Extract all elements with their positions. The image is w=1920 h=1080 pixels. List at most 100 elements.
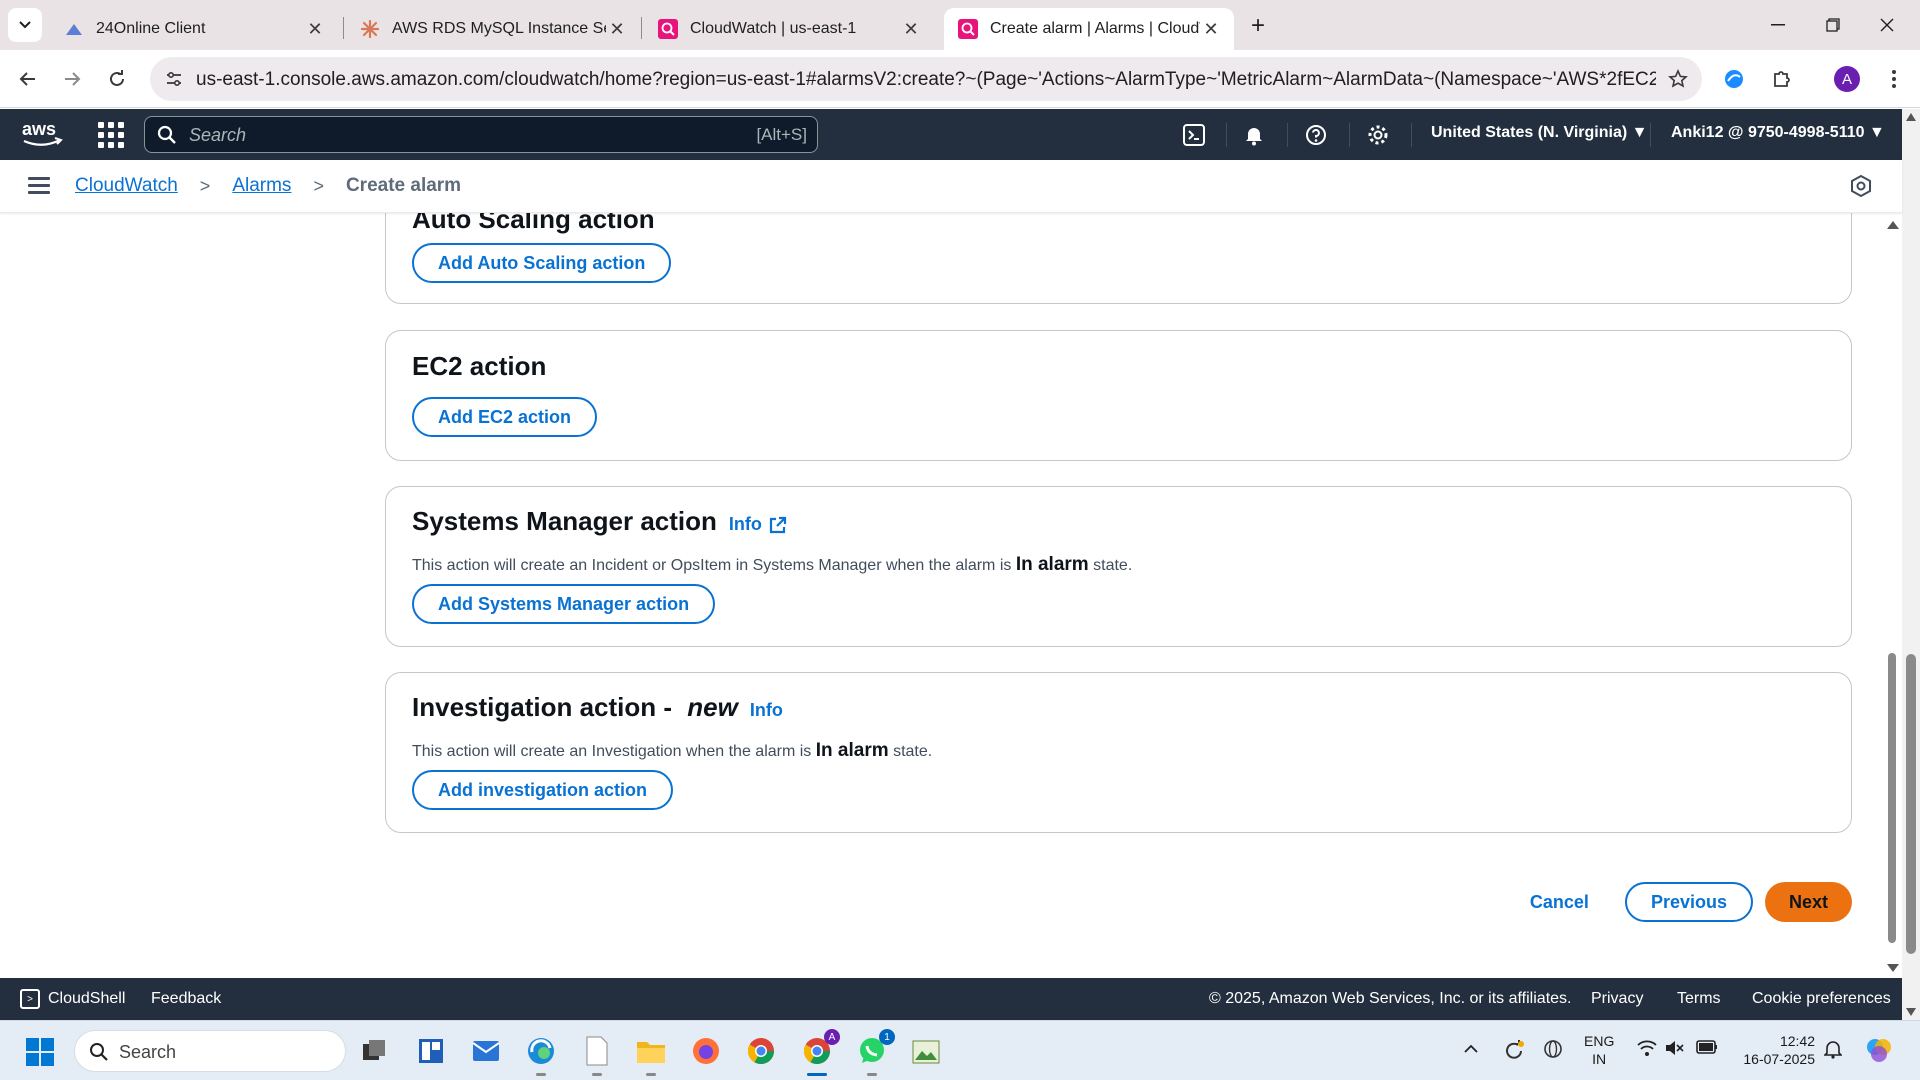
browser-tab-active[interactable]: Create alarm | Alarms | CloudWatch ✕: [944, 8, 1234, 50]
investigation-action-card: Investigation action - new Info This act…: [385, 672, 1852, 833]
site-info-icon[interactable]: [160, 65, 188, 93]
active-indicator: [807, 1073, 827, 1076]
browser-tab[interactable]: AWS RDS MySQL Instance Setup ✕: [346, 8, 640, 50]
help-panel-icon[interactable]: [1849, 174, 1873, 198]
taskbar-search-input[interactable]: Search: [74, 1030, 346, 1072]
forward-button[interactable]: [56, 63, 88, 95]
side-nav-toggle-icon[interactable]: [28, 177, 50, 195]
running-indicator: [867, 1073, 877, 1076]
terms-link[interactable]: Terms: [1677, 990, 1721, 1008]
close-tab-icon[interactable]: ✕: [900, 18, 922, 40]
scroll-up-icon[interactable]: [1887, 221, 1899, 229]
info-link[interactable]: Info: [750, 700, 783, 721]
cloudshell-icon[interactable]: [1180, 121, 1208, 149]
breadcrumb-alarms[interactable]: Alarms: [232, 175, 291, 197]
aws-logo[interactable]: aws: [20, 118, 64, 150]
help-icon[interactable]: [1302, 121, 1330, 149]
chevron-right-icon: >: [313, 175, 324, 196]
scroll-down-icon[interactable]: [1906, 1008, 1916, 1016]
next-button[interactable]: Next: [1764, 882, 1852, 922]
whatsapp-icon[interactable]: 1: [855, 1029, 895, 1076]
close-tab-icon[interactable]: ✕: [1200, 18, 1222, 40]
previous-button[interactable]: Previous: [1624, 882, 1753, 922]
notifications-bell-icon[interactable]: [1240, 121, 1268, 149]
breadcrumb-cloudwatch[interactable]: CloudWatch: [75, 175, 178, 197]
systems-manager-description: This action will create an Incident or O…: [412, 554, 1132, 576]
volume-muted-icon[interactable]: [1664, 1039, 1684, 1057]
sync-icon[interactable]: [1502, 1039, 1526, 1063]
desc-text: This action will create an Incident or O…: [412, 557, 1016, 574]
add-systems-manager-action-button[interactable]: Add Systems Manager action: [412, 584, 716, 624]
services-menu-icon[interactable]: [98, 122, 124, 148]
region-selector[interactable]: United States (N. Virginia) ▼: [1431, 124, 1647, 142]
task-view-icon[interactable]: [357, 1034, 391, 1068]
edge-browser-icon[interactable]: [524, 1034, 558, 1076]
extensions-puzzle-icon[interactable]: [1766, 63, 1798, 95]
input-language-indicator[interactable]: ENG IN: [1584, 1032, 1614, 1068]
tab-title: AWS RDS MySQL Instance Setup: [392, 20, 606, 37]
address-bar-row: us-east-1.console.aws.amazon.com/cloudwa…: [0, 50, 1920, 108]
settings-gear-icon[interactable]: [1364, 121, 1392, 149]
mail-icon[interactable]: [469, 1034, 503, 1068]
cloudshell-footer-button[interactable]: > CloudShell: [20, 989, 125, 1009]
minimize-button[interactable]: [1755, 10, 1801, 40]
scrollbar-thumb[interactable]: [1906, 654, 1916, 954]
battery-icon[interactable]: [1696, 1039, 1718, 1055]
photos-app-icon[interactable]: [909, 1034, 943, 1068]
cloudwatch-icon: [958, 19, 978, 39]
system-clock[interactable]: 12:42 16-07-2025: [1735, 1032, 1815, 1068]
file-explorer-icon[interactable]: [634, 1034, 668, 1076]
url-text: us-east-1.console.aws.amazon.com/cloudwa…: [196, 69, 1656, 90]
page-scrollbar[interactable]: [1902, 109, 1920, 1020]
language-code: ENG: [1584, 1033, 1615, 1049]
feedback-link[interactable]: Feedback: [151, 990, 221, 1008]
aws-search-input[interactable]: Search [Alt+S]: [144, 116, 818, 153]
close-window-button[interactable]: [1864, 10, 1910, 40]
scroll-down-icon[interactable]: [1887, 964, 1899, 972]
running-indicator: [592, 1073, 602, 1076]
privacy-link[interactable]: Privacy: [1591, 990, 1643, 1008]
copilot-icon[interactable]: [1864, 1035, 1894, 1065]
desc-text: state.: [888, 743, 933, 760]
scrollbar-thumb[interactable]: [1888, 653, 1896, 943]
tab-separator: [343, 17, 344, 39]
profile-avatar[interactable]: A: [1831, 63, 1863, 95]
browser-tab[interactable]: CloudWatch | us-east-1 ✕: [644, 8, 934, 50]
cookie-preferences-link[interactable]: Cookie preferences: [1752, 990, 1891, 1008]
notifications-icon[interactable]: [1824, 1039, 1842, 1059]
browser-tab[interactable]: 24Online Client ✕: [50, 8, 338, 50]
wifi-icon[interactable]: [1637, 1039, 1657, 1057]
desc-text: state.: [1088, 557, 1133, 574]
firefox-icon[interactable]: [689, 1034, 723, 1068]
info-link[interactable]: Info: [729, 514, 788, 535]
chrome-profile-icon[interactable]: A: [800, 1029, 840, 1076]
account-menu[interactable]: Anki12 @ 9750-4998-5110 ▼: [1671, 124, 1885, 142]
restore-button[interactable]: [1810, 10, 1856, 40]
chrome-icon[interactable]: [744, 1034, 778, 1068]
scroll-up-icon[interactable]: [1906, 113, 1916, 121]
cancel-button[interactable]: Cancel: [1530, 892, 1589, 913]
search-icon: [90, 1043, 108, 1061]
add-ec2-action-button[interactable]: Add EC2 action: [412, 397, 598, 437]
reload-button[interactable]: [101, 63, 133, 95]
tab-title: Create alarm | Alarms | CloudWatch: [990, 20, 1200, 37]
nav-divider: [1349, 123, 1350, 147]
browser-menu-icon[interactable]: [1878, 63, 1910, 95]
add-auto-scaling-action-button[interactable]: Add Auto Scaling action: [412, 243, 672, 283]
bookmark-star-icon[interactable]: [1666, 67, 1690, 91]
close-tab-icon[interactable]: ✕: [606, 18, 628, 40]
show-hidden-icons-chevron-icon[interactable]: [1463, 1041, 1479, 1057]
windows-start-icon[interactable]: [26, 1038, 54, 1066]
add-investigation-action-button[interactable]: Add investigation action: [412, 770, 674, 810]
new-tab-button[interactable]: +: [1244, 12, 1272, 40]
tab-search-button[interactable]: [8, 8, 42, 42]
extension-icon[interactable]: [1718, 63, 1750, 95]
vpn-globe-icon[interactable]: [1543, 1039, 1563, 1059]
close-tab-icon[interactable]: ✕: [304, 18, 326, 40]
address-bar[interactable]: us-east-1.console.aws.amazon.com/cloudwa…: [150, 57, 1702, 101]
file-icon[interactable]: [580, 1034, 614, 1076]
widgets-icon[interactable]: [414, 1034, 448, 1068]
auto-scaling-action-title: Auto Scaling action: [412, 213, 655, 234]
back-button[interactable]: [12, 63, 44, 95]
content-scrollbar[interactable]: [1884, 213, 1900, 978]
